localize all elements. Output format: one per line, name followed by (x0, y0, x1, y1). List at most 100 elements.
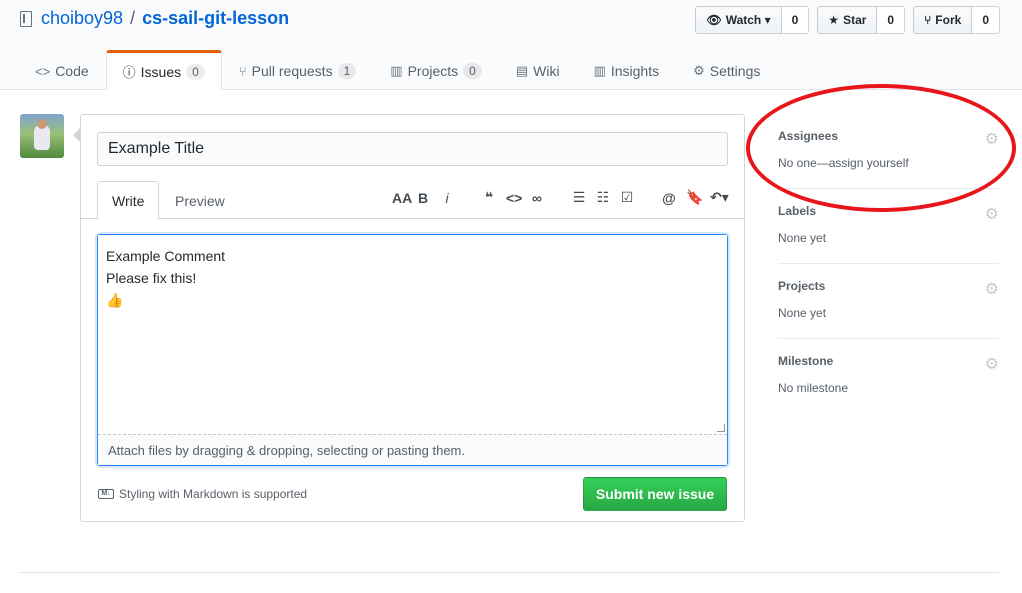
avatar[interactable] (20, 114, 64, 158)
fork-count[interactable]: 0 (972, 6, 1000, 34)
tab-insights[interactable]: ▥ Insights (577, 50, 677, 90)
watch-group: 👁 Watch ▾ 0 (695, 6, 810, 34)
header-icon[interactable]: AA (392, 190, 412, 206)
repo-separator: / (130, 8, 136, 28)
tab-label: Wiki (533, 63, 560, 79)
footer-divider (20, 572, 999, 573)
tab-counter: 0 (186, 63, 205, 80)
tab-wiki[interactable]: ▤ Wiki (499, 50, 577, 90)
fork-group: ⑂ Fork 0 (913, 6, 1000, 34)
mention-group: @ 🔖 ↶▾ (662, 189, 729, 206)
comment-textarea[interactable]: Example Comment Please fix this! 👍 Attac… (97, 234, 728, 466)
tab-issues[interactable]: ⓘ Issues 0 (105, 50, 222, 91)
editor-tabs: Write Preview AA B i ❝ <> ∞ ☰ ☷ ☑ @ 🔖 ↶▾ (81, 181, 744, 220)
tab-label: Pull requests (251, 63, 333, 79)
tab-label: Projects (407, 63, 459, 79)
repo-icon (20, 10, 32, 27)
assign-yourself-link[interactable]: No one—assign yourself (778, 156, 999, 170)
sidebar-heading: Assignees (778, 129, 839, 143)
markdown-note-text: Styling with Markdown is supported (119, 487, 308, 501)
gear-icon[interactable]: ⚙ (985, 204, 999, 224)
avatar-head (37, 119, 47, 129)
new-issue-form: Write Preview AA B i ❝ <> ∞ ☰ ☷ ☑ @ 🔖 ↶▾ (73, 114, 745, 522)
star-count[interactable]: 0 (877, 6, 906, 34)
repo-name-link[interactable]: cs-sail-git-lesson (142, 8, 289, 29)
tab-settings[interactable]: ⚙ Settings (676, 50, 777, 90)
star-icon: ★ (828, 13, 840, 27)
sidebar-value: None yet (778, 306, 827, 320)
repo-header: choiboy98 / cs-sail-git-lesson 👁 Watch ▾… (0, 0, 1022, 91)
tab-label: Insights (610, 63, 660, 79)
tab-code[interactable]: <> Code (18, 50, 106, 90)
tab-label: Issues (140, 63, 182, 80)
watch-button[interactable]: 👁 Watch ▾ (695, 6, 782, 34)
link-icon[interactable]: ∞ (530, 190, 544, 206)
bullet-list-icon[interactable]: ☰ (572, 189, 586, 206)
wiki-icon: ▤ (515, 63, 529, 78)
quote-icon[interactable]: ❝ (482, 189, 496, 206)
submit-issue-button[interactable]: Submit new issue (583, 477, 727, 511)
bold-icon[interactable]: B (416, 190, 430, 206)
sidebar-projects: Projects None yet ⚙ (778, 264, 999, 339)
gear-icon[interactable]: ⚙ (985, 354, 999, 374)
code-icon: <> (35, 63, 51, 79)
gear-icon[interactable]: ⚙ (985, 279, 999, 299)
gear-icon: ⚙ (693, 63, 705, 78)
list-group: ☰ ☷ ☑ (572, 189, 634, 206)
sidebar-milestone: Milestone No milestone ⚙ (778, 339, 999, 414)
italic-icon[interactable]: i (440, 190, 454, 206)
star-label: Star (843, 13, 867, 27)
star-button[interactable]: ★ Star (817, 6, 878, 34)
markdown-icon: M↓ (98, 489, 114, 499)
insert-group: ❝ <> ∞ (482, 189, 544, 206)
text-format-group: AA B i (392, 190, 454, 206)
markdown-note[interactable]: M↓ Styling with Markdown is supported (98, 487, 307, 501)
tab-write[interactable]: Write (97, 181, 160, 220)
tab-label: Code (55, 63, 89, 79)
graph-icon: ▥ (593, 63, 606, 78)
task-list-icon[interactable]: ☑ (620, 189, 634, 206)
tab-counter: 0 (463, 63, 482, 79)
fork-button[interactable]: ⑂ Fork (913, 6, 973, 34)
issue-title-input[interactable] (97, 132, 728, 166)
repo-nav: <> Code ⓘ Issues 0 ⑂ Pull requests 1 ▥ P… (18, 50, 777, 91)
numbered-list-icon[interactable]: ☷ (596, 189, 610, 206)
sidebar-value: None yet (778, 231, 827, 245)
tab-preview[interactable]: Preview (161, 181, 239, 220)
thumbs-up-emoji: 👍 (106, 292, 124, 308)
star-group: ★ Star 0 (817, 6, 906, 34)
tab-counter: 1 (337, 63, 357, 79)
tab-label: Settings (709, 63, 761, 79)
sidebar-heading: Milestone (778, 354, 834, 368)
tab-projects[interactable]: ▥ Projects 0 (373, 50, 499, 90)
fork-icon: ⑂ (924, 13, 932, 27)
bookmark-icon[interactable]: 🔖 (686, 189, 703, 206)
tab-pull-requests[interactable]: ⑂ Pull requests 1 (222, 50, 373, 90)
sidebar-labels: Labels None yet ⚙ (778, 189, 999, 264)
comment-body[interactable]: Example Comment Please fix this! 👍 (98, 235, 727, 434)
file-drop-zone[interactable]: Attach files by dragging & dropping, sel… (98, 434, 727, 465)
pull-request-icon: ⑂ (238, 63, 247, 79)
watch-label: Watch ▾ (725, 13, 771, 27)
reply-icon[interactable]: ↶▾ (710, 189, 729, 206)
sidebar-value: No milestone (778, 381, 849, 395)
sidebar-heading: Projects (778, 279, 826, 293)
sidebar-heading: Labels (778, 204, 817, 218)
fork-label: Fork (935, 13, 962, 27)
project-icon: ▥ (390, 63, 403, 78)
watch-count[interactable]: 0 (781, 6, 810, 34)
comment-line: Example Comment (106, 248, 226, 264)
issue-sidebar: Assignees No one—assign yourself ⚙ Label… (778, 114, 999, 414)
repo-title: choiboy98 / cs-sail-git-lesson (20, 8, 289, 29)
repo-actions: 👁 Watch ▾ 0 ★ Star 0 ⑂ Fork 0 (695, 6, 1000, 34)
eye-icon: 👁 (706, 13, 722, 27)
mention-icon[interactable]: @ (662, 190, 676, 206)
sidebar-assignees: Assignees No one—assign yourself ⚙ (778, 114, 999, 189)
repo-owner-link[interactable]: choiboy98 (41, 8, 123, 29)
code-icon[interactable]: <> (506, 190, 522, 206)
markdown-toolbar: AA B i ❝ <> ∞ ☰ ☷ ☑ @ 🔖 ↶▾ (392, 189, 729, 206)
comment-line: Please fix this! (106, 270, 197, 286)
resize-handle[interactable] (717, 424, 725, 432)
gear-icon[interactable]: ⚙ (985, 129, 999, 149)
drop-hint: Attach files by dragging & dropping, sel… (108, 442, 465, 458)
